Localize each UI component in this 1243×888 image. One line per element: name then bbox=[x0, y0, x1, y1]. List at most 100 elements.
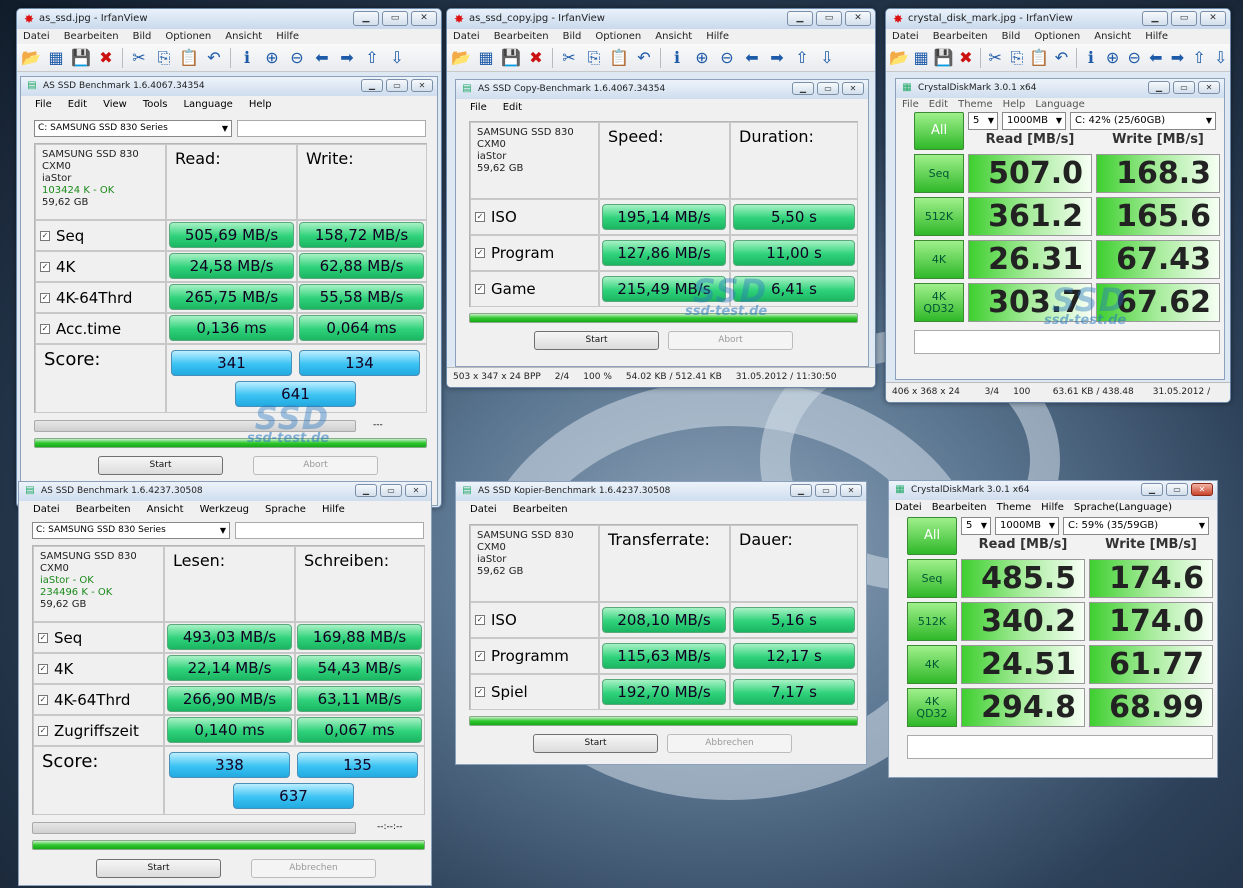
app-title-bar[interactable]: ▦ CrystalDiskMark 3.0.1 x64 ▁ ▭ ✕ bbox=[896, 79, 1224, 98]
checkbox[interactable]: ✓ bbox=[40, 261, 50, 272]
page-up-icon[interactable]: ⇧ bbox=[1190, 47, 1209, 69]
crystaldiskmark-window-german[interactable]: ▦ CrystalDiskMark 3.0.1 x64 ▁ ▭ ✕ Datei Bear… bbox=[888, 480, 1218, 778]
info-icon[interactable]: ℹ bbox=[1082, 47, 1101, 69]
next-icon[interactable]: ➡ bbox=[1168, 47, 1187, 69]
close-button[interactable]: ✕ bbox=[1200, 11, 1226, 26]
page-up-icon[interactable]: ⇧ bbox=[361, 47, 383, 69]
maximize-button[interactable]: ▭ bbox=[386, 79, 408, 92]
maximize-button[interactable]: ▭ bbox=[816, 11, 842, 26]
menu-item[interactable]: Help bbox=[1003, 98, 1026, 112]
maximize-button[interactable]: ▭ bbox=[1171, 11, 1197, 26]
title-bar[interactable]: ✸ as_ssd.jpg - IrfanView ▁ ▭ ✕ bbox=[17, 9, 441, 29]
menu-item[interactable]: Language bbox=[183, 96, 232, 114]
menu-item[interactable]: Optionen bbox=[595, 29, 641, 44]
paste-icon[interactable]: 📋 bbox=[1029, 47, 1049, 69]
count-select[interactable]: 5 ▼ bbox=[961, 517, 991, 535]
close-button[interactable]: ✕ bbox=[405, 484, 427, 497]
menu-item[interactable]: File bbox=[470, 99, 487, 117]
zoom-in-icon[interactable]: ⊕ bbox=[691, 47, 713, 69]
menu-item[interactable]: Edit bbox=[503, 99, 522, 117]
test-button[interactable]: 4K bbox=[907, 645, 957, 684]
menu-item[interactable]: Theme bbox=[997, 500, 1032, 516]
count-select[interactable]: 5 ▼ bbox=[968, 112, 998, 130]
menu-item[interactable]: Language bbox=[1035, 98, 1084, 112]
thumbnails-icon[interactable]: ▦ bbox=[45, 47, 67, 69]
cut-icon[interactable]: ✂ bbox=[986, 47, 1005, 69]
close-button[interactable]: ✕ bbox=[842, 82, 864, 95]
info-icon[interactable]: ℹ bbox=[236, 47, 258, 69]
maximize-button[interactable]: ▭ bbox=[382, 11, 408, 26]
zoom-out-icon[interactable]: ⊖ bbox=[1125, 47, 1144, 69]
menu-item[interactable]: Bearbeiten bbox=[494, 29, 549, 44]
test-button[interactable]: 512K bbox=[914, 197, 964, 236]
menu-item[interactable]: Bearbeiten bbox=[76, 501, 131, 519]
irfanview-window-crystal-disk-mark[interactable]: ✸ crystal_disk_mark.jpg - IrfanView ▁ ▭ ✕ D… bbox=[885, 8, 1231, 403]
app-title-bar[interactable]: ▦ CrystalDiskMark 3.0.1 x64 ▁ ▭ ✕ bbox=[889, 481, 1217, 500]
close-button[interactable]: ✕ bbox=[1191, 483, 1213, 496]
menu-item[interactable]: Datei bbox=[892, 29, 919, 44]
menu-item[interactable]: Hilfe bbox=[1041, 500, 1064, 516]
minimize-button[interactable]: ▁ bbox=[792, 82, 814, 95]
start-button[interactable]: Start bbox=[533, 734, 658, 753]
zoom-in-icon[interactable]: ⊕ bbox=[261, 47, 283, 69]
open-folder-icon[interactable]: 📂 bbox=[889, 47, 909, 69]
maximize-button[interactable]: ▭ bbox=[817, 82, 839, 95]
test-button[interactable]: 4K bbox=[914, 240, 964, 279]
irfanview-window-as-ssd[interactable]: ✸ as_ssd.jpg - IrfanView ▁ ▭ ✕ Datei Bearbei… bbox=[16, 8, 442, 508]
cut-icon[interactable]: ✂ bbox=[128, 47, 150, 69]
menu-item[interactable]: Hilfe bbox=[706, 29, 729, 44]
menu-item[interactable]: Hilfe bbox=[276, 29, 299, 44]
menu-item[interactable]: Datei bbox=[33, 501, 60, 519]
checkbox[interactable]: ✓ bbox=[475, 212, 485, 222]
delete-icon[interactable]: ✖ bbox=[525, 47, 547, 69]
checkbox[interactable]: ✓ bbox=[38, 663, 48, 674]
menu-item[interactable]: Datei bbox=[453, 29, 480, 44]
test-button[interactable]: Seq bbox=[907, 559, 957, 598]
minimize-button[interactable]: ▁ bbox=[1141, 483, 1163, 496]
menu-item[interactable]: Bearbeiten bbox=[933, 29, 988, 44]
minimize-button[interactable]: ▁ bbox=[790, 484, 812, 497]
menu-item[interactable]: Bearbeiten bbox=[513, 501, 568, 519]
title-bar[interactable]: ✸ as_ssd_copy.jpg - IrfanView ▁ ▭ ✕ bbox=[447, 9, 875, 29]
close-button[interactable]: ✕ bbox=[411, 11, 437, 26]
abort-button[interactable]: Abort bbox=[253, 456, 378, 475]
menu-item[interactable]: Edit bbox=[929, 98, 948, 112]
comment-field[interactable] bbox=[907, 735, 1213, 759]
page-down-icon[interactable]: ⇩ bbox=[816, 47, 838, 69]
page-down-icon[interactable]: ⇩ bbox=[386, 47, 408, 69]
minimize-button[interactable]: ▁ bbox=[1142, 11, 1168, 26]
as-ssd-benchmark-window-german[interactable]: ▤ AS SSD Benchmark 1.6.4237.30508 ▁ ▭ ✕ Dat… bbox=[18, 481, 432, 886]
paste-icon[interactable]: 📋 bbox=[178, 47, 200, 69]
open-folder-icon[interactable]: 📂 bbox=[450, 47, 472, 69]
copy-icon[interactable]: ⎘ bbox=[1008, 47, 1027, 69]
menu-item[interactable]: Hilfe bbox=[1145, 29, 1168, 44]
test-button[interactable]: 512K bbox=[907, 602, 957, 641]
irfanview-window-as-ssd-copy[interactable]: ✸ as_ssd_copy.jpg - IrfanView ▁ ▭ ✕ Datei Be… bbox=[446, 8, 876, 388]
menu-item[interactable]: Datei bbox=[23, 29, 50, 44]
checkbox[interactable]: ✓ bbox=[475, 687, 485, 697]
drive-select[interactable]: C: SAMSUNG SSD 830 Series ▼ bbox=[34, 120, 232, 137]
title-bar[interactable]: ✸ crystal_disk_mark.jpg - IrfanView ▁ ▭ ✕ bbox=[886, 9, 1230, 29]
minimize-button[interactable]: ▁ bbox=[787, 11, 813, 26]
app-title-bar[interactable]: ▤ AS SSD Benchmark 1.6.4237.30508 ▁ ▭ ✕ bbox=[19, 482, 431, 501]
app-title-bar[interactable]: ▤ AS SSD Kopier-Benchmark 1.6.4237.30508 … bbox=[456, 482, 866, 501]
thumbnails-icon[interactable]: ▦ bbox=[912, 47, 931, 69]
thumbnails-icon[interactable]: ▦ bbox=[475, 47, 497, 69]
previous-icon[interactable]: ⬅ bbox=[741, 47, 763, 69]
minimize-button[interactable]: ▁ bbox=[361, 79, 383, 92]
crystaldiskmark-window[interactable]: ▦ CrystalDiskMark 3.0.1 x64 ▁ ▭ ✕ File Edit T… bbox=[895, 78, 1225, 380]
as-ssd-copy-window[interactable]: ▤ AS SSD Copy-Benchmark 1.6.4067.34354 ▁ ▭… bbox=[455, 79, 869, 367]
menu-item[interactable]: View bbox=[103, 96, 127, 114]
close-button[interactable]: ✕ bbox=[411, 79, 433, 92]
checkbox[interactable]: ✓ bbox=[40, 323, 50, 334]
menu-item[interactable]: Bild bbox=[133, 29, 152, 44]
menu-item[interactable]: File bbox=[902, 98, 919, 112]
info-icon[interactable]: ℹ bbox=[666, 47, 688, 69]
menu-item[interactable]: Optionen bbox=[1034, 29, 1080, 44]
zoom-out-icon[interactable]: ⊖ bbox=[286, 47, 308, 69]
minimize-button[interactable]: ▁ bbox=[355, 484, 377, 497]
maximize-button[interactable]: ▭ bbox=[815, 484, 837, 497]
menu-item[interactable]: Ansicht bbox=[655, 29, 692, 44]
delete-icon[interactable]: ✖ bbox=[956, 47, 975, 69]
close-button[interactable]: ✕ bbox=[1198, 81, 1220, 94]
